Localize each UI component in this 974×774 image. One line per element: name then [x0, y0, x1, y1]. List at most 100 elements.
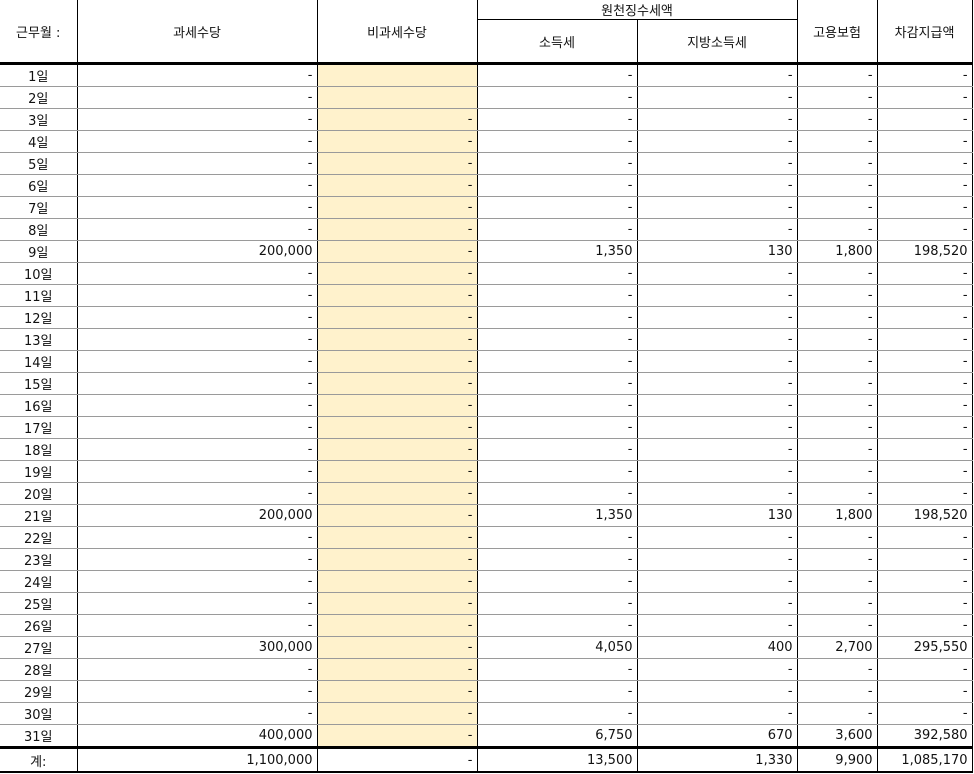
- total-employment-insurance[interactable]: 9,900: [797, 746, 878, 773]
- row-income-tax-cell[interactable]: -: [477, 350, 638, 373]
- row-nontaxable-cell[interactable]: -: [317, 108, 478, 131]
- row-day-cell[interactable]: 9일: [0, 240, 78, 263]
- row-net-pay-cell[interactable]: -: [877, 350, 973, 373]
- row-local-tax-cell[interactable]: -: [637, 416, 798, 439]
- row-taxable-cell[interactable]: 400,000: [77, 724, 318, 748]
- row-taxable-cell[interactable]: -: [77, 306, 318, 329]
- row-income-tax-cell[interactable]: -: [477, 306, 638, 329]
- row-local-tax-cell[interactable]: -: [637, 526, 798, 549]
- row-net-pay-cell[interactable]: -: [877, 416, 973, 439]
- row-local-tax-cell[interactable]: -: [637, 174, 798, 197]
- row-taxable-cell[interactable]: -: [77, 174, 318, 197]
- row-taxable-cell[interactable]: -: [77, 394, 318, 417]
- row-income-tax-cell[interactable]: -: [477, 658, 638, 681]
- total-nontaxable[interactable]: -: [317, 746, 478, 773]
- row-local-tax-cell[interactable]: -: [637, 130, 798, 153]
- row-local-tax-cell[interactable]: -: [637, 372, 798, 395]
- row-taxable-cell[interactable]: 200,000: [77, 240, 318, 263]
- row-income-tax-cell[interactable]: -: [477, 680, 638, 703]
- row-employment-insurance-cell[interactable]: -: [797, 86, 878, 109]
- row-day-cell[interactable]: 1일: [0, 62, 78, 87]
- row-local-tax-cell[interactable]: -: [637, 482, 798, 505]
- row-income-tax-cell[interactable]: -: [477, 460, 638, 483]
- header-taxable[interactable]: 과세수당: [77, 0, 318, 64]
- row-day-cell[interactable]: 6일: [0, 174, 78, 197]
- row-net-pay-cell[interactable]: -: [877, 482, 973, 505]
- row-local-tax-cell[interactable]: -: [637, 658, 798, 681]
- row-income-tax-cell[interactable]: -: [477, 262, 638, 285]
- row-nontaxable-cell[interactable]: -: [317, 724, 478, 748]
- row-income-tax-cell[interactable]: -: [477, 196, 638, 219]
- row-day-cell[interactable]: 29일: [0, 680, 78, 703]
- row-day-cell[interactable]: 31일: [0, 724, 78, 748]
- row-nontaxable-cell[interactable]: [317, 62, 478, 87]
- row-income-tax-cell[interactable]: -: [477, 130, 638, 153]
- row-nontaxable-cell[interactable]: -: [317, 658, 478, 681]
- total-net-pay[interactable]: 1,085,170: [877, 746, 973, 773]
- row-taxable-cell[interactable]: -: [77, 416, 318, 439]
- row-local-tax-cell[interactable]: -: [637, 680, 798, 703]
- row-day-cell[interactable]: 15일: [0, 372, 78, 395]
- row-income-tax-cell[interactable]: -: [477, 372, 638, 395]
- row-local-tax-cell[interactable]: -: [637, 394, 798, 417]
- row-employment-insurance-cell[interactable]: -: [797, 394, 878, 417]
- row-employment-insurance-cell[interactable]: -: [797, 372, 878, 395]
- row-net-pay-cell[interactable]: -: [877, 658, 973, 681]
- row-employment-insurance-cell[interactable]: -: [797, 416, 878, 439]
- row-nontaxable-cell[interactable]: -: [317, 680, 478, 703]
- row-taxable-cell[interactable]: -: [77, 218, 318, 241]
- row-net-pay-cell[interactable]: -: [877, 284, 973, 307]
- row-employment-insurance-cell[interactable]: -: [797, 680, 878, 703]
- row-employment-insurance-cell[interactable]: -: [797, 218, 878, 241]
- row-employment-insurance-cell[interactable]: -: [797, 548, 878, 571]
- row-local-tax-cell[interactable]: -: [637, 262, 798, 285]
- row-income-tax-cell[interactable]: -: [477, 526, 638, 549]
- row-taxable-cell[interactable]: -: [77, 702, 318, 725]
- row-employment-insurance-cell[interactable]: -: [797, 306, 878, 329]
- row-nontaxable-cell[interactable]: -: [317, 218, 478, 241]
- row-nontaxable-cell[interactable]: -: [317, 262, 478, 285]
- row-employment-insurance-cell[interactable]: 1,800: [797, 240, 878, 263]
- row-day-cell[interactable]: 3일: [0, 108, 78, 131]
- row-nontaxable-cell[interactable]: -: [317, 504, 478, 527]
- row-income-tax-cell[interactable]: -: [477, 702, 638, 725]
- row-net-pay-cell[interactable]: -: [877, 328, 973, 351]
- row-nontaxable-cell[interactable]: -: [317, 460, 478, 483]
- row-income-tax-cell[interactable]: 1,350: [477, 504, 638, 527]
- row-employment-insurance-cell[interactable]: -: [797, 196, 878, 219]
- header-withholding[interactable]: 원천징수세액: [477, 0, 798, 20]
- row-day-cell[interactable]: 14일: [0, 350, 78, 373]
- row-income-tax-cell[interactable]: -: [477, 394, 638, 417]
- row-net-pay-cell[interactable]: -: [877, 174, 973, 197]
- row-employment-insurance-cell[interactable]: -: [797, 350, 878, 373]
- row-employment-insurance-cell[interactable]: -: [797, 614, 878, 637]
- row-income-tax-cell[interactable]: -: [477, 416, 638, 439]
- row-taxable-cell[interactable]: -: [77, 548, 318, 571]
- row-day-cell[interactable]: 4일: [0, 130, 78, 153]
- row-nontaxable-cell[interactable]: -: [317, 548, 478, 571]
- row-net-pay-cell[interactable]: -: [877, 592, 973, 615]
- row-local-tax-cell[interactable]: 400: [637, 636, 798, 659]
- row-day-cell[interactable]: 7일: [0, 196, 78, 219]
- row-income-tax-cell[interactable]: -: [477, 86, 638, 109]
- row-income-tax-cell[interactable]: 1,350: [477, 240, 638, 263]
- row-nontaxable-cell[interactable]: [317, 86, 478, 109]
- row-taxable-cell[interactable]: -: [77, 460, 318, 483]
- row-nontaxable-cell[interactable]: -: [317, 482, 478, 505]
- row-day-cell[interactable]: 25일: [0, 592, 78, 615]
- row-local-tax-cell[interactable]: -: [637, 86, 798, 109]
- row-income-tax-cell[interactable]: -: [477, 548, 638, 571]
- row-net-pay-cell[interactable]: -: [877, 218, 973, 241]
- row-income-tax-cell[interactable]: -: [477, 614, 638, 637]
- row-day-cell[interactable]: 2일: [0, 86, 78, 109]
- row-income-tax-cell[interactable]: -: [477, 570, 638, 593]
- header-month[interactable]: 근무월 :: [0, 0, 78, 64]
- row-income-tax-cell[interactable]: -: [477, 152, 638, 175]
- row-day-cell[interactable]: 26일: [0, 614, 78, 637]
- row-nontaxable-cell[interactable]: -: [317, 284, 478, 307]
- row-local-tax-cell[interactable]: -: [637, 108, 798, 131]
- row-income-tax-cell[interactable]: -: [477, 592, 638, 615]
- row-employment-insurance-cell[interactable]: 1,800: [797, 504, 878, 527]
- row-taxable-cell[interactable]: -: [77, 658, 318, 681]
- row-income-tax-cell[interactable]: 4,050: [477, 636, 638, 659]
